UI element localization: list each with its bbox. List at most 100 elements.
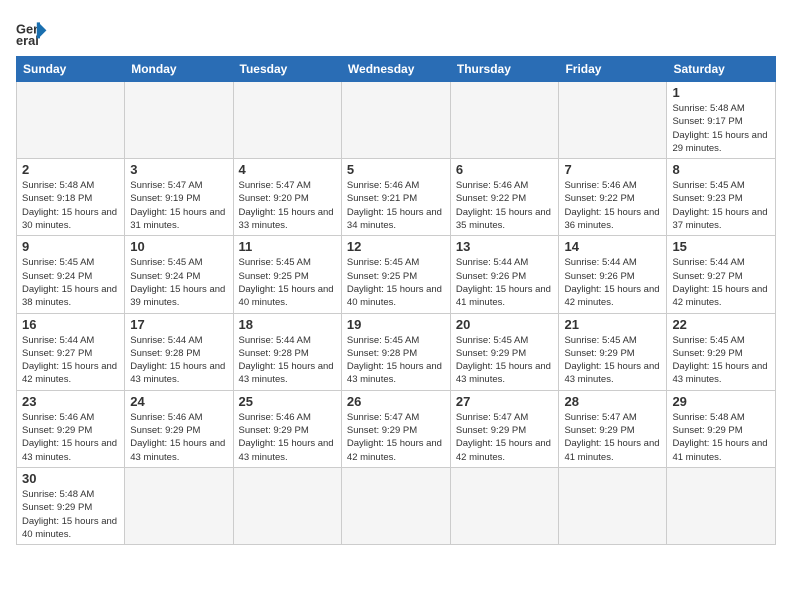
day-number: 2 xyxy=(22,162,119,177)
day-info: Sunrise: 5:45 AMSunset: 9:29 PMDaylight:… xyxy=(564,334,661,387)
calendar-week-4: 23 Sunrise: 5:46 AMSunset: 9:29 PMDayligh… xyxy=(17,390,776,467)
day-header-saturday: Saturday xyxy=(667,57,776,82)
day-info: Sunrise: 5:47 AMSunset: 9:19 PMDaylight:… xyxy=(130,179,227,232)
page-header: Gen eral xyxy=(16,16,776,48)
day-number: 15 xyxy=(672,239,770,254)
day-number: 11 xyxy=(239,239,336,254)
day-number: 7 xyxy=(564,162,661,177)
calendar-table: SundayMondayTuesdayWednesdayThursdayFrid… xyxy=(16,56,776,545)
calendar-cell: 12Sunrise: 5:45 AMSunset: 9:25 PMDayligh… xyxy=(341,236,450,313)
calendar-cell: 19 Sunrise: 5:45 AMSunset: 9:28 PMDayligh… xyxy=(341,313,450,390)
day-header-sunday: Sunday xyxy=(17,57,125,82)
calendar-cell: 24 Sunrise: 5:46 AMSunset: 9:29 PMDayligh… xyxy=(125,390,233,467)
day-number: 5 xyxy=(347,162,445,177)
calendar-cell xyxy=(450,467,559,544)
calendar-cell: 1Sunrise: 5:48 AMSunset: 9:17 PMDaylight… xyxy=(667,82,776,159)
logo-icon: Gen eral xyxy=(16,16,48,48)
day-number: 12 xyxy=(347,239,445,254)
calendar-week-1: 2 Sunrise: 5:48 AMSunset: 9:18 PMDaylight… xyxy=(17,159,776,236)
day-info: Sunrise: 5:45 AMSunset: 9:24 PMDaylight:… xyxy=(130,256,227,309)
day-number: 3 xyxy=(130,162,227,177)
day-header-tuesday: Tuesday xyxy=(233,57,341,82)
day-info: Sunrise: 5:44 AMSunset: 9:28 PMDaylight:… xyxy=(130,334,227,387)
day-info: Sunrise: 5:47 AMSunset: 9:20 PMDaylight:… xyxy=(239,179,336,232)
day-number: 27 xyxy=(456,394,554,409)
calendar-cell: 9 Sunrise: 5:45 AMSunset: 9:24 PMDaylight… xyxy=(17,236,125,313)
calendar-cell xyxy=(125,82,233,159)
day-info: Sunrise: 5:46 AMSunset: 9:22 PMDaylight:… xyxy=(456,179,554,232)
day-info: Sunrise: 5:46 AMSunset: 9:29 PMDaylight:… xyxy=(239,411,336,464)
calendar-cell: 27 Sunrise: 5:47 AMSunset: 9:29 PMDayligh… xyxy=(450,390,559,467)
day-number: 17 xyxy=(130,317,227,332)
calendar-cell: 8Sunrise: 5:45 AMSunset: 9:23 PMDaylight… xyxy=(667,159,776,236)
day-number: 29 xyxy=(672,394,770,409)
calendar-cell: 13Sunrise: 5:44 AMSunset: 9:26 PMDayligh… xyxy=(450,236,559,313)
calendar-cell xyxy=(233,467,341,544)
day-info: Sunrise: 5:47 AMSunset: 9:29 PMDaylight:… xyxy=(347,411,445,464)
day-info: Sunrise: 5:46 AMSunset: 9:29 PMDaylight:… xyxy=(130,411,227,464)
calendar-cell: 6 Sunrise: 5:46 AMSunset: 9:22 PMDaylight… xyxy=(450,159,559,236)
day-info: Sunrise: 5:46 AMSunset: 9:29 PMDaylight:… xyxy=(22,411,119,464)
svg-text:eral: eral xyxy=(16,33,39,48)
day-number: 22 xyxy=(672,317,770,332)
calendar-cell: 18 Sunrise: 5:44 AMSunset: 9:28 PMDayligh… xyxy=(233,313,341,390)
day-info: Sunrise: 5:45 AMSunset: 9:24 PMDaylight:… xyxy=(22,256,119,309)
day-info: Sunrise: 5:44 AMSunset: 9:26 PMDaylight:… xyxy=(564,256,661,309)
calendar-cell: 14 Sunrise: 5:44 AMSunset: 9:26 PMDayligh… xyxy=(559,236,667,313)
day-info: Sunrise: 5:46 AMSunset: 9:22 PMDaylight:… xyxy=(564,179,661,232)
calendar-cell: 11 Sunrise: 5:45 AMSunset: 9:25 PMDayligh… xyxy=(233,236,341,313)
calendar-week-3: 16Sunrise: 5:44 AMSunset: 9:27 PMDayligh… xyxy=(17,313,776,390)
day-number: 28 xyxy=(564,394,661,409)
day-number: 26 xyxy=(347,394,445,409)
calendar-cell xyxy=(341,82,450,159)
calendar-cell: 28 Sunrise: 5:47 AMSunset: 9:29 PMDayligh… xyxy=(559,390,667,467)
calendar-week-2: 9 Sunrise: 5:45 AMSunset: 9:24 PMDaylight… xyxy=(17,236,776,313)
calendar-cell xyxy=(559,467,667,544)
calendar-cell: 25Sunrise: 5:46 AMSunset: 9:29 PMDayligh… xyxy=(233,390,341,467)
day-number: 4 xyxy=(239,162,336,177)
day-number: 24 xyxy=(130,394,227,409)
day-number: 19 xyxy=(347,317,445,332)
day-number: 20 xyxy=(456,317,554,332)
day-info: Sunrise: 5:45 AMSunset: 9:29 PMDaylight:… xyxy=(672,334,770,387)
day-info: Sunrise: 5:44 AMSunset: 9:27 PMDaylight:… xyxy=(672,256,770,309)
calendar-cell: 2 Sunrise: 5:48 AMSunset: 9:18 PMDaylight… xyxy=(17,159,125,236)
calendar-header-row: SundayMondayTuesdayWednesdayThursdayFrid… xyxy=(17,57,776,82)
day-info: Sunrise: 5:45 AMSunset: 9:25 PMDaylight:… xyxy=(239,256,336,309)
day-header-monday: Monday xyxy=(125,57,233,82)
day-number: 14 xyxy=(564,239,661,254)
calendar-cell: 16Sunrise: 5:44 AMSunset: 9:27 PMDayligh… xyxy=(17,313,125,390)
day-info: Sunrise: 5:44 AMSunset: 9:28 PMDaylight:… xyxy=(239,334,336,387)
day-info: Sunrise: 5:48 AMSunset: 9:18 PMDaylight:… xyxy=(22,179,119,232)
calendar-cell: 30Sunrise: 5:48 AMSunset: 9:29 PMDayligh… xyxy=(17,467,125,544)
day-info: Sunrise: 5:48 AMSunset: 9:29 PMDaylight:… xyxy=(22,488,119,541)
calendar-cell xyxy=(559,82,667,159)
day-number: 9 xyxy=(22,239,119,254)
day-info: Sunrise: 5:46 AMSunset: 9:21 PMDaylight:… xyxy=(347,179,445,232)
calendar-cell: 10Sunrise: 5:45 AMSunset: 9:24 PMDayligh… xyxy=(125,236,233,313)
day-number: 8 xyxy=(672,162,770,177)
day-header-friday: Friday xyxy=(559,57,667,82)
day-info: Sunrise: 5:45 AMSunset: 9:29 PMDaylight:… xyxy=(456,334,554,387)
day-info: Sunrise: 5:45 AMSunset: 9:28 PMDaylight:… xyxy=(347,334,445,387)
day-number: 18 xyxy=(239,317,336,332)
calendar-cell: 22 Sunrise: 5:45 AMSunset: 9:29 PMDayligh… xyxy=(667,313,776,390)
day-number: 16 xyxy=(22,317,119,332)
day-header-thursday: Thursday xyxy=(450,57,559,82)
day-number: 13 xyxy=(456,239,554,254)
day-number: 6 xyxy=(456,162,554,177)
day-info: Sunrise: 5:48 AMSunset: 9:29 PMDaylight:… xyxy=(672,411,770,464)
calendar-week-5: 30Sunrise: 5:48 AMSunset: 9:29 PMDayligh… xyxy=(17,467,776,544)
day-number: 23 xyxy=(22,394,119,409)
calendar-cell: 15 Sunrise: 5:44 AMSunset: 9:27 PMDayligh… xyxy=(667,236,776,313)
day-info: Sunrise: 5:47 AMSunset: 9:29 PMDaylight:… xyxy=(564,411,661,464)
calendar-cell xyxy=(17,82,125,159)
calendar-cell: 17 Sunrise: 5:44 AMSunset: 9:28 PMDayligh… xyxy=(125,313,233,390)
calendar-cell: 20 Sunrise: 5:45 AMSunset: 9:29 PMDayligh… xyxy=(450,313,559,390)
calendar-cell: 7 Sunrise: 5:46 AMSunset: 9:22 PMDaylight… xyxy=(559,159,667,236)
logo: Gen eral xyxy=(16,16,52,48)
calendar-cell xyxy=(341,467,450,544)
calendar-cell: 5 Sunrise: 5:46 AMSunset: 9:21 PMDaylight… xyxy=(341,159,450,236)
day-info: Sunrise: 5:47 AMSunset: 9:29 PMDaylight:… xyxy=(456,411,554,464)
calendar-cell xyxy=(125,467,233,544)
